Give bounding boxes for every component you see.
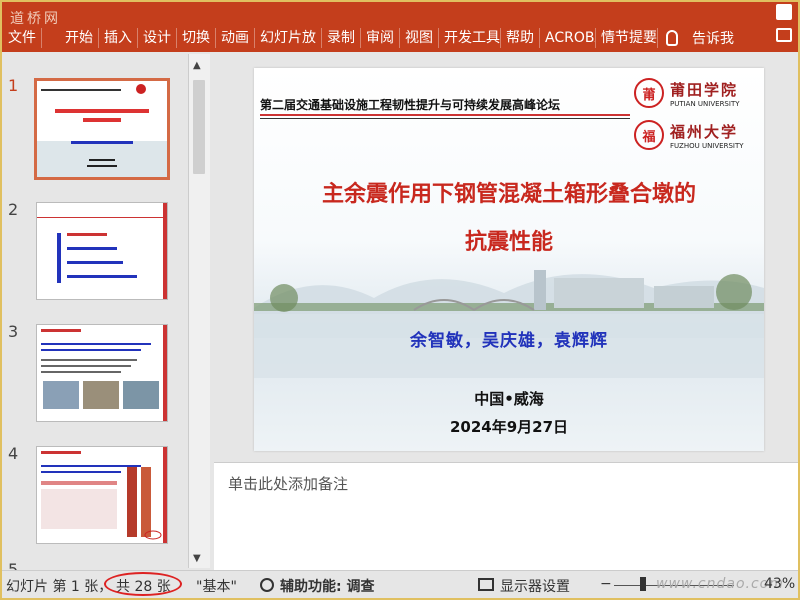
slide-title-line2: 抗震性能 bbox=[464, 230, 553, 255]
tab-storyboard[interactable]: 情节提要 bbox=[596, 28, 658, 48]
tab-view[interactable]: 视图 bbox=[400, 28, 439, 48]
status-bar: 幻灯片 第 1 张， 共 28 张 "基本" 辅助功能: 调查 显示器设置 − … bbox=[2, 570, 798, 598]
scroll-thumb[interactable] bbox=[193, 80, 205, 174]
putian-seal-icon: 莆 bbox=[634, 78, 664, 108]
tab-transitions[interactable]: 切换 bbox=[177, 28, 216, 48]
display-settings[interactable]: 显示器设置 bbox=[500, 576, 570, 596]
comments-icon[interactable] bbox=[776, 28, 792, 42]
putian-name-en: PUTIAN UNIVERSITY bbox=[670, 99, 740, 108]
slide-title-line1: 主余震作用下钢管混凝土箱形叠合墩的 bbox=[321, 182, 696, 207]
thumbnail-slide-1[interactable] bbox=[34, 78, 170, 180]
tab-home[interactable]: 开始 bbox=[60, 28, 99, 48]
tell-me-label: 告诉我 bbox=[692, 31, 734, 47]
ribbon: 道桥网 文件 开始 插入 设计 切换 动画 幻灯片放 录制 审阅 视图 开发工具… bbox=[2, 2, 798, 52]
thumb-number-4: 4 bbox=[8, 444, 19, 463]
theme-name: "基本" bbox=[196, 579, 237, 595]
restore-icon[interactable] bbox=[776, 4, 792, 20]
tab-animations[interactable]: 动画 bbox=[216, 28, 255, 48]
thumb-4-preview bbox=[41, 447, 167, 543]
fuzhou-seal-icon: 福 bbox=[634, 120, 664, 150]
fuzhou-name-en: FUZHOU UNIVERSITY bbox=[670, 141, 744, 150]
thumb-number-5: 5 bbox=[8, 560, 19, 570]
scroll-down-icon[interactable]: ▼ bbox=[193, 553, 201, 564]
thumb-2-preview bbox=[37, 203, 167, 299]
background-scene-image bbox=[254, 270, 764, 378]
lightbulb-icon bbox=[666, 30, 678, 46]
thumbnail-slide-2[interactable] bbox=[36, 202, 168, 300]
slide-location: 中国•威海 bbox=[474, 390, 544, 408]
zoom-out-button[interactable]: − bbox=[600, 576, 612, 592]
accessibility-status[interactable]: 辅助功能: 调查 bbox=[280, 576, 374, 596]
slide-editor: 第二届交通基础设施工程韧性提升与可持续发展高峰论坛 莆 莆田学院 PUTIAN … bbox=[214, 52, 798, 462]
tab-record[interactable]: 录制 bbox=[322, 28, 361, 48]
ribbon-tabs: 文件 开始 插入 设计 切换 动画 幻灯片放 录制 审阅 视图 开发工具 帮助 … bbox=[2, 24, 798, 52]
putian-logo: 莆 莆田学院 PUTIAN UNIVERSITY bbox=[634, 78, 740, 108]
thumb-1-preview bbox=[37, 84, 167, 177]
thumbnail-slide-3[interactable] bbox=[36, 324, 168, 422]
current-slide[interactable]: 第二届交通基础设施工程韧性提升与可持续发展高峰论坛 莆 莆田学院 PUTIAN … bbox=[254, 68, 764, 451]
tab-developer[interactable]: 开发工具 bbox=[439, 28, 501, 48]
fuzhou-logo: 福 福州大学 FUZHOU UNIVERSITY bbox=[634, 120, 744, 150]
accessibility-icon[interactable] bbox=[260, 578, 274, 592]
slide-thumbnail-pane: 1 2 3 4 5 bbox=[2, 52, 214, 570]
display-settings-icon[interactable] bbox=[478, 578, 494, 591]
putian-name-cn: 莆田学院 bbox=[670, 80, 739, 99]
highlight-circle bbox=[104, 572, 182, 596]
tell-me-box[interactable]: 告诉我 bbox=[666, 28, 734, 48]
title-rule-red bbox=[260, 114, 630, 116]
slide-position: 幻灯片 第 1 张， bbox=[6, 579, 113, 595]
zoom-slider-handle[interactable] bbox=[640, 577, 646, 591]
tab-review[interactable]: 审阅 bbox=[361, 28, 400, 48]
thumb-number-2: 2 bbox=[8, 200, 19, 219]
zoom-level[interactable]: 43% bbox=[764, 576, 795, 592]
fuzhou-name-cn: 福州大学 bbox=[670, 122, 739, 141]
scroll-up-icon[interactable]: ▲ bbox=[193, 60, 201, 71]
tab-design[interactable]: 设计 bbox=[138, 28, 177, 48]
thumb-number-1: 1 bbox=[8, 76, 19, 95]
thumbnail-scrollbar[interactable]: ▲ ▼ bbox=[188, 54, 210, 568]
title-rule-black bbox=[260, 118, 630, 119]
tab-help[interactable]: 帮助 bbox=[501, 28, 540, 48]
thumbnail-slide-4[interactable] bbox=[36, 446, 168, 544]
thumb-number-3: 3 bbox=[8, 322, 19, 341]
slide-authors: 余智敏，吴庆雄，袁辉辉 bbox=[410, 331, 608, 351]
tab-slideshow[interactable]: 幻灯片放 bbox=[255, 28, 322, 48]
tab-acrobat[interactable]: ACROBAT bbox=[540, 28, 596, 48]
slide-date: 2024年9月27日 bbox=[449, 418, 569, 436]
conference-title: 第二届交通基础设施工程韧性提升与可持续发展高峰论坛 bbox=[260, 98, 561, 112]
tab-insert[interactable]: 插入 bbox=[99, 28, 138, 48]
window-controls bbox=[776, 4, 792, 20]
thumb-3-preview bbox=[41, 325, 167, 421]
notes-placeholder: 单击此处添加备注 bbox=[228, 475, 349, 493]
tab-file[interactable]: 文件 bbox=[2, 28, 42, 48]
notes-pane[interactable]: 单击此处添加备注 bbox=[214, 462, 798, 570]
